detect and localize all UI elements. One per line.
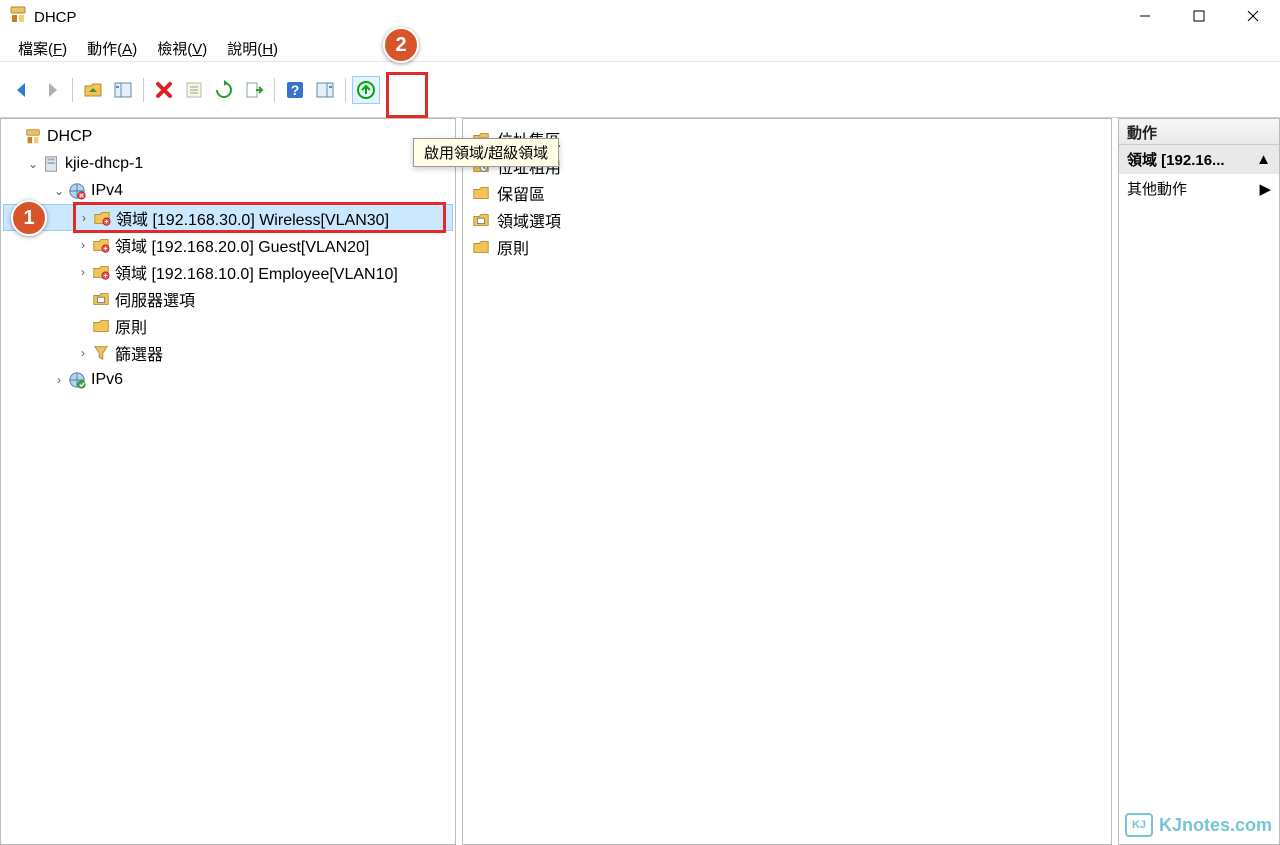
tree-label: 原則 xyxy=(115,314,147,338)
maximize-button[interactable] xyxy=(1172,0,1226,32)
tree-policies[interactable]: 原則 xyxy=(3,312,453,339)
list-item[interactable]: 位址集區 xyxy=(471,125,1103,152)
show-hide-tree-button[interactable] xyxy=(109,76,137,104)
app-icon xyxy=(8,5,28,30)
menu-view[interactable]: 檢視(V) xyxy=(147,36,217,61)
toolbar-separator xyxy=(72,78,73,102)
delete-button[interactable] xyxy=(150,76,178,104)
tree-label: 篩選器 xyxy=(115,341,163,365)
help-button[interactable]: ? xyxy=(281,76,309,104)
svg-text:?: ? xyxy=(291,82,300,98)
actions-scope-header[interactable]: 領域 [192.16... ▲ xyxy=(1119,145,1279,174)
collapse-icon: ▲ xyxy=(1256,151,1271,168)
chevron-right-icon[interactable]: › xyxy=(75,265,91,279)
tree-label: IPv4 xyxy=(91,182,123,200)
actions-other-label: 其他動作 xyxy=(1127,178,1187,199)
tree-ipv4[interactable]: ⌄ IPv4 xyxy=(3,177,453,204)
list-item[interactable]: 位址租用 xyxy=(471,152,1103,179)
reservations-icon xyxy=(471,183,491,203)
scope-options-icon xyxy=(471,210,491,230)
tree-filters[interactable]: › 篩選器 xyxy=(3,339,453,366)
tree-label: IPv6 xyxy=(91,371,123,389)
list-item[interactable]: 原則 xyxy=(471,233,1103,260)
server-options-icon xyxy=(91,289,111,309)
policies-icon xyxy=(91,316,111,336)
actions-header: 動作 xyxy=(1119,119,1279,145)
menu-file[interactable]: 檔案(F) xyxy=(8,36,77,61)
callout-2: 2 xyxy=(383,27,419,63)
list-item[interactable]: 領域選項 xyxy=(471,206,1103,233)
tree-label: kjie-dhcp-1 xyxy=(65,155,143,173)
refresh-button[interactable] xyxy=(210,76,238,104)
show-hide-action-pane-button[interactable] xyxy=(311,76,339,104)
list-label: 原則 xyxy=(497,235,529,259)
tree-ipv6[interactable]: › IPv6 xyxy=(3,366,453,393)
list-item[interactable]: 保留區 xyxy=(471,179,1103,206)
toolbar-separator xyxy=(143,78,144,102)
filters-icon xyxy=(91,343,111,363)
scope-folder-icon xyxy=(91,262,111,282)
chevron-right-icon[interactable]: › xyxy=(75,238,91,252)
callout-1: 1 xyxy=(11,200,47,236)
window-title: DHCP xyxy=(34,9,77,26)
scope-folder-icon xyxy=(91,235,111,255)
chevron-down-icon[interactable]: ⌄ xyxy=(51,184,67,198)
menu-bar: 檔案(F) 動作(A) 檢視(V) 說明(H) xyxy=(0,35,1280,62)
back-button[interactable] xyxy=(8,76,36,104)
chevron-right-icon[interactable]: › xyxy=(75,346,91,360)
tree-scope-wireless[interactable]: › 領域 [192.168.30.0] Wireless[VLAN30] xyxy=(3,204,453,231)
forward-button[interactable] xyxy=(38,76,66,104)
tree-label: 領域 [192.168.10.0] Employee[VLAN10] xyxy=(115,260,398,284)
close-button[interactable] xyxy=(1226,0,1280,32)
toolbar-separator xyxy=(274,78,275,102)
watermark-text: KJnotes.com xyxy=(1159,815,1272,836)
tree-label: DHCP xyxy=(47,128,92,146)
list-label: 領域選項 xyxy=(497,208,561,232)
dhcp-icon xyxy=(23,127,43,147)
minimize-button[interactable] xyxy=(1118,0,1172,32)
policies-icon xyxy=(471,237,491,257)
chevron-right-icon[interactable]: › xyxy=(76,211,92,225)
actions-pane: 動作 領域 [192.16... ▲ 其他動作 ▶ xyxy=(1118,118,1280,845)
tree-label: 伺服器選項 xyxy=(115,287,195,311)
tree-pane: DHCP ⌄ kjie-dhcp-1 ⌄ IPv4 › xyxy=(0,118,456,845)
enable-scope-button[interactable] xyxy=(352,76,380,104)
list-label: 保留區 xyxy=(497,181,545,205)
toolbar: ? xyxy=(0,62,1280,118)
scope-folder-icon xyxy=(92,208,112,228)
tree-server[interactable]: ⌄ kjie-dhcp-1 xyxy=(3,150,453,177)
tooltip-enable-scope: 啟用領域/超級領域 xyxy=(413,138,559,167)
tree-label: 領域 [192.168.30.0] Wireless[VLAN30] xyxy=(116,206,389,230)
chevron-down-icon[interactable]: ⌄ xyxy=(25,157,41,171)
chevron-right-icon: ▶ xyxy=(1259,180,1271,198)
tree-scope-guest[interactable]: › 領域 [192.168.20.0] Guest[VLAN20] xyxy=(3,231,453,258)
menu-help[interactable]: 說明(H) xyxy=(217,36,288,61)
tree-scope-employee[interactable]: › 領域 [192.168.10.0] Employee[VLAN10] xyxy=(3,258,453,285)
tree-root-dhcp[interactable]: DHCP xyxy=(3,123,453,150)
tree-label: 領域 [192.168.20.0] Guest[VLAN20] xyxy=(115,233,369,257)
watermark: KJ KJnotes.com xyxy=(1125,813,1272,837)
tree-server-options[interactable]: 伺服器選項 xyxy=(3,285,453,312)
chevron-right-icon[interactable]: › xyxy=(51,373,67,387)
server-icon xyxy=(41,154,61,174)
actions-scope-label: 領域 [192.16... xyxy=(1127,149,1225,170)
watermark-icon: KJ xyxy=(1125,813,1153,837)
detail-pane: 位址集區 位址租用 保留區 領域選項 原則 xyxy=(462,118,1112,845)
properties-button[interactable] xyxy=(180,76,208,104)
actions-other[interactable]: 其他動作 ▶ xyxy=(1119,174,1279,203)
menu-action[interactable]: 動作(A) xyxy=(77,36,147,61)
toolbar-separator xyxy=(345,78,346,102)
up-folder-button[interactable] xyxy=(79,76,107,104)
ipv4-icon xyxy=(67,181,87,201)
export-list-button[interactable] xyxy=(240,76,268,104)
ipv6-icon xyxy=(67,370,87,390)
